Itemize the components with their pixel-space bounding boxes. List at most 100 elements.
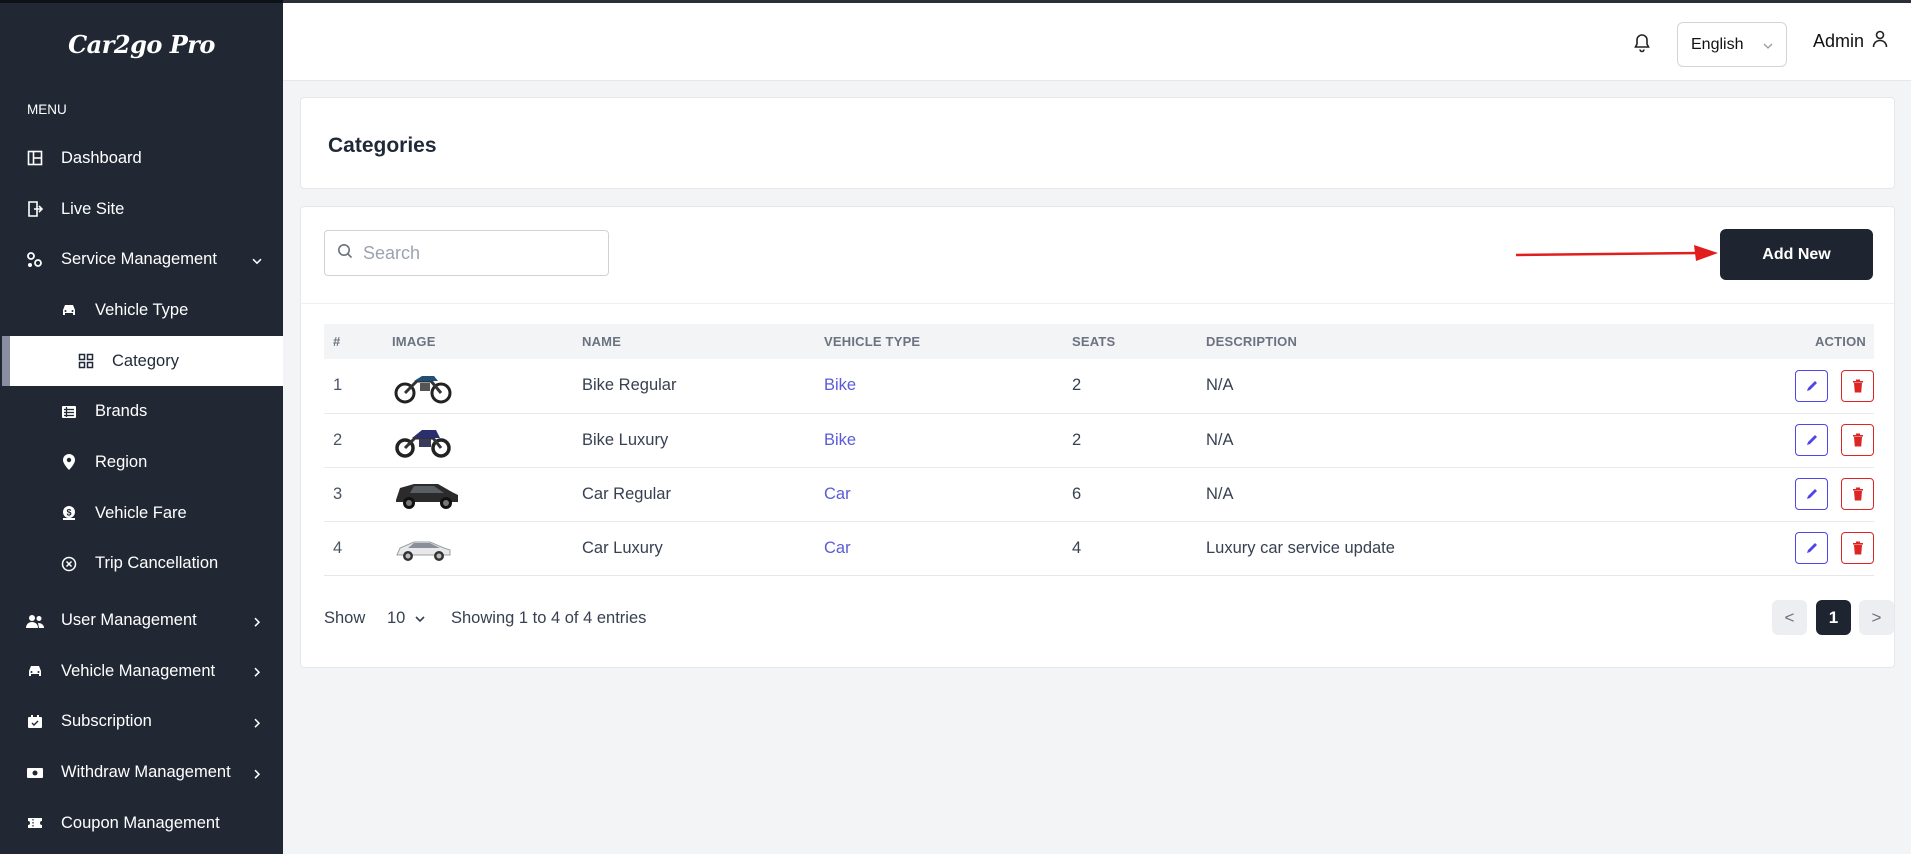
sidebar-item-label: Service Management: [61, 250, 217, 269]
delete-button[interactable]: [1841, 478, 1874, 510]
row-actions: [1646, 359, 1874, 413]
pencil-icon: [1806, 435, 1817, 445]
bell-icon[interactable]: [1632, 33, 1654, 55]
row-description: N/A: [1206, 484, 1234, 503]
row-index: 3: [333, 484, 343, 503]
sidebar-item-label: Vehicle Management: [61, 661, 216, 680]
user-menu[interactable]: Admin: [1813, 30, 1888, 53]
table-header-row: # IMAGE NAME VEHICLE TYPE SEATS DESCRIPT…: [324, 324, 1874, 359]
row-index: 4: [333, 538, 343, 557]
svg-text:$: $: [66, 508, 71, 518]
table-footer: Show 10 Showing 1 to 4 of 4 entries < 1 …: [324, 600, 1894, 636]
pagination-page-button[interactable]: 1: [1816, 600, 1851, 635]
sidebar-item-subscription[interactable]: Subscription: [0, 697, 283, 748]
chevron-down-icon: [251, 255, 263, 267]
sidebar-item-label: Vehicle Type: [95, 300, 189, 319]
row-description: N/A: [1206, 430, 1234, 449]
user-icon: [1872, 30, 1888, 53]
table-row: 2 Bike Luxury Bike 2 N/A: [324, 413, 1874, 467]
list-icon: [60, 403, 78, 421]
edit-button[interactable]: [1795, 478, 1829, 510]
language-select[interactable]: English: [1677, 22, 1787, 67]
row-image-cell: [392, 467, 582, 521]
edit-button[interactable]: [1795, 532, 1829, 564]
chevron-right-icon: [251, 616, 263, 628]
delete-button[interactable]: [1841, 369, 1874, 402]
pagination-prev-button[interactable]: <: [1772, 600, 1807, 635]
motorbike-image: [395, 430, 451, 458]
show-label: Show: [324, 609, 366, 627]
annotation-arrow: [1515, 245, 1718, 261]
row-name: Bike Regular: [582, 376, 677, 395]
row-actions: [1646, 521, 1874, 575]
delete-button[interactable]: [1841, 424, 1874, 456]
row-seats: 6: [1072, 484, 1082, 503]
row-vehicle-type-link[interactable]: Bike: [824, 359, 1072, 413]
row-image-cell: [392, 413, 582, 467]
delete-button[interactable]: [1841, 532, 1874, 564]
sidebar-item-vehicle-management[interactable]: Vehicle Management: [0, 646, 283, 697]
sidebar-item-label: Withdraw Management: [61, 763, 231, 782]
table-row: 3 Car Regular Car 6 N/A: [324, 467, 1874, 521]
chevron-right-icon: [251, 768, 263, 780]
sidebar-item-user-management[interactable]: User Management: [0, 595, 283, 646]
per-page-select[interactable]: 10: [387, 609, 405, 628]
car-icon: [60, 301, 78, 319]
page-title-card: Categories: [300, 97, 1895, 189]
edit-button[interactable]: [1795, 369, 1829, 402]
sidebar: Car2go Pro MENU Dashboard Live Site Serv…: [0, 0, 283, 854]
row-image-cell: [392, 359, 582, 413]
column-header-action: ACTION: [1814, 334, 1866, 349]
sidebar-item-live-site[interactable]: Live Site: [0, 184, 283, 235]
menu-heading: MENU: [27, 102, 67, 117]
sidebar-item-vehicle-type[interactable]: Vehicle Type: [0, 285, 283, 336]
table-row: 1 Bike Regular Bike 2 N/A: [324, 359, 1874, 413]
column-header-seats: SEATS: [1072, 334, 1116, 349]
edit-button[interactable]: [1795, 424, 1829, 456]
row-vehicle-type-link[interactable]: Bike: [824, 413, 1072, 467]
sidebar-item-trip-cancellation[interactable]: Trip Cancellation: [0, 539, 283, 590]
search-input[interactable]: [363, 242, 593, 264]
sidebar-item-label: Region: [95, 452, 148, 471]
pagination-next-button[interactable]: >: [1859, 600, 1894, 635]
page-title: Categories: [328, 134, 437, 157]
row-image-cell: [392, 521, 582, 575]
language-value: English: [1691, 35, 1744, 53]
sidebar-item-label: Vehicle Fare: [95, 503, 187, 522]
sidebar-item-withdraw-management[interactable]: Withdraw Management: [0, 747, 283, 798]
sidebar-item-coupon-management[interactable]: Coupon Management: [0, 798, 283, 849]
row-description: Luxury car service update: [1206, 538, 1395, 557]
money-icon: [26, 764, 44, 782]
pencil-icon: [1806, 543, 1817, 553]
categories-table: # IMAGE NAME VEHICLE TYPE SEATS DESCRIPT…: [324, 324, 1874, 576]
sidebar-item-vehicle-fare[interactable]: $ Vehicle Fare: [0, 488, 283, 539]
sidebar-item-region[interactable]: Region: [0, 437, 283, 488]
chevron-right-icon: [251, 666, 263, 678]
trash-icon: [1852, 487, 1863, 501]
row-name: Car Luxury: [582, 538, 663, 557]
chevron-down-icon: [414, 612, 426, 624]
row-vehicle-type-link[interactable]: Car: [824, 467, 1072, 521]
sidebar-item-category[interactable]: Category: [2, 335, 283, 387]
sidebar-item-label: Category: [112, 351, 179, 370]
sidebar-item-service-management[interactable]: Service Management: [0, 234, 283, 285]
divider: [301, 303, 1894, 304]
row-name: Car Regular: [582, 484, 671, 503]
car-icon: [26, 662, 44, 680]
sidebar-item-brands[interactable]: Brands: [0, 386, 283, 437]
sidebar-item-label: Coupon Management: [61, 813, 220, 832]
sidebar-item-dashboard[interactable]: Dashboard: [0, 133, 283, 184]
sidebar-item-label: Brands: [95, 402, 148, 421]
column-header-vehicle-type: VEHICLE TYPE: [824, 334, 921, 349]
column-header-index: #: [333, 334, 341, 349]
sidebar-item-label: Trip Cancellation: [95, 554, 219, 573]
column-header-description: DESCRIPTION: [1206, 334, 1298, 349]
ticket-icon: [26, 814, 44, 832]
add-new-button[interactable]: Add New: [1720, 229, 1873, 280]
sidebar-item-label: Live Site: [61, 199, 125, 218]
trash-icon: [1852, 541, 1863, 555]
row-vehicle-type-link[interactable]: Car: [824, 521, 1072, 575]
app-logo[interactable]: Car2go Pro: [0, 3, 283, 85]
search-box[interactable]: [324, 230, 609, 276]
live-site-icon: [26, 200, 44, 218]
